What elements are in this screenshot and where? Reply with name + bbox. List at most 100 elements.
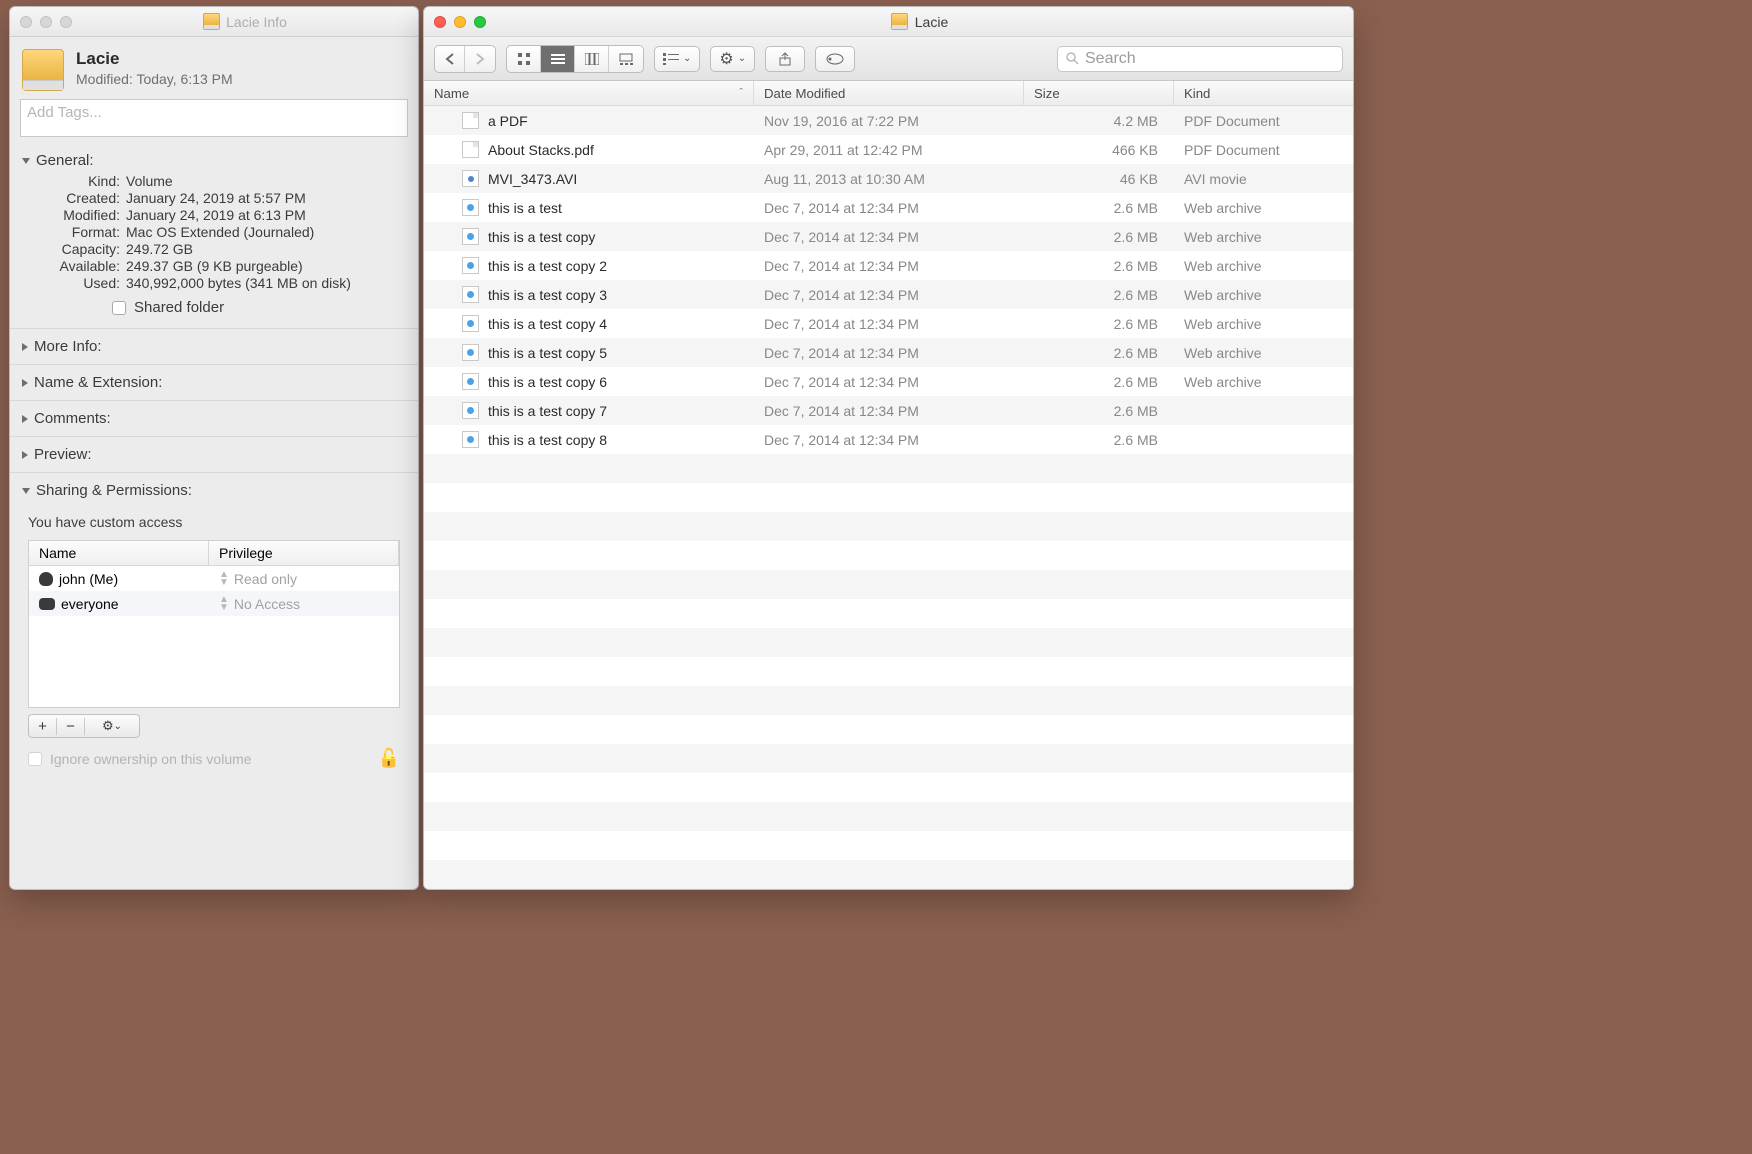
perm-privilege[interactable]: No Access: [234, 596, 300, 612]
search-field[interactable]: Search: [1057, 46, 1343, 72]
lock-icon[interactable]: 🔓: [378, 748, 400, 769]
file-row[interactable]: this is a test copy 3 Dec 7, 2014 at 12:…: [424, 280, 1353, 309]
gallery-view-button[interactable]: [609, 46, 643, 72]
section-name-ext-header[interactable]: Name & Extension:: [22, 371, 406, 394]
file-row[interactable]: this is a test Dec 7, 2014 at 12:34 PM 2…: [424, 193, 1353, 222]
perm-header-priv[interactable]: Privilege: [209, 541, 399, 565]
disclosure-triangle-icon: [22, 451, 28, 459]
close-dot[interactable]: [20, 16, 32, 28]
file-name: this is a test copy 8: [488, 432, 607, 448]
section-general-label: General:: [36, 152, 94, 169]
chevron-down-icon: ⌄: [738, 53, 746, 64]
file-date: Dec 7, 2014 at 12:34 PM: [754, 229, 1024, 245]
divider: [10, 364, 418, 365]
add-user-button[interactable]: +: [29, 718, 57, 735]
stepper-icon[interactable]: ▲▼: [219, 596, 229, 612]
modified-value: January 24, 2019 at 6:13 PM: [126, 207, 406, 223]
finder-titlebar[interactable]: Lacie: [424, 7, 1353, 37]
perm-privilege[interactable]: Read only: [234, 571, 297, 587]
file-row[interactable]: this is a test copy 8 Dec 7, 2014 at 12:…: [424, 425, 1353, 454]
section-sharing-header[interactable]: Sharing & Permissions:: [22, 479, 406, 502]
shared-folder-checkbox[interactable]: [112, 301, 126, 315]
web-file-icon: [462, 344, 479, 361]
list-view-button[interactable]: [541, 46, 575, 72]
empty-row: [424, 454, 1353, 483]
empty-row: [424, 686, 1353, 715]
file-kind: Web archive: [1174, 229, 1353, 245]
col-header-name[interactable]: Nameˆ: [424, 81, 754, 105]
ignore-ownership-row: Ignore ownership on this volume 🔓: [10, 738, 418, 779]
info-modified-line: Modified: Today, 6:13 PM: [76, 71, 233, 87]
file-row[interactable]: this is a test copy 6 Dec 7, 2014 at 12:…: [424, 367, 1353, 396]
section-general-header[interactable]: General:: [22, 149, 406, 172]
view-segment: [506, 45, 644, 73]
file-row[interactable]: this is a test copy 2 Dec 7, 2014 at 12:…: [424, 251, 1353, 280]
web-file-icon: [462, 373, 479, 390]
column-view-button[interactable]: [575, 46, 609, 72]
section-sharing: Sharing & Permissions:: [10, 475, 418, 506]
zoom-dot[interactable]: [474, 16, 486, 28]
file-row[interactable]: this is a test copy 5 Dec 7, 2014 at 12:…: [424, 338, 1353, 367]
file-name: About Stacks.pdf: [488, 142, 594, 158]
perm-header-name[interactable]: Name: [29, 541, 209, 565]
file-date: Dec 7, 2014 at 12:34 PM: [754, 403, 1024, 419]
stepper-icon[interactable]: ▲▼: [219, 571, 229, 587]
web-file-icon: [462, 228, 479, 245]
forward-button[interactable]: [465, 46, 495, 72]
file-row[interactable]: this is a test copy 7 Dec 7, 2014 at 12:…: [424, 396, 1353, 425]
file-date: Dec 7, 2014 at 12:34 PM: [754, 258, 1024, 274]
section-more-info-header[interactable]: More Info:: [22, 335, 406, 358]
available-value: 249.37 GB (9 KB purgeable): [126, 258, 406, 274]
file-kind: PDF Document: [1174, 113, 1353, 129]
minimize-dot[interactable]: [40, 16, 52, 28]
minimize-dot[interactable]: [454, 16, 466, 28]
file-date: Dec 7, 2014 at 12:34 PM: [754, 316, 1024, 332]
perm-row[interactable]: john (Me) ▲▼Read only: [29, 566, 399, 591]
web-file-icon: [462, 199, 479, 216]
used-value: 340,992,000 bytes (341 MB on disk): [126, 275, 406, 291]
ignore-ownership-checkbox[interactable]: [28, 752, 42, 766]
remove-user-button[interactable]: −: [57, 718, 85, 735]
group-by-button[interactable]: ⌄: [654, 46, 700, 72]
section-comments-header[interactable]: Comments:: [22, 407, 406, 430]
drive-icon: [891, 13, 908, 30]
shared-folder-row[interactable]: Shared folder: [112, 299, 406, 316]
permissions-toolbar: + − ⚙⌄: [28, 714, 140, 738]
file-size: 2.6 MB: [1024, 229, 1174, 245]
section-preview-header[interactable]: Preview:: [22, 443, 406, 466]
file-size: 2.6 MB: [1024, 258, 1174, 274]
file-kind: Web archive: [1174, 316, 1353, 332]
action-menu-button[interactable]: ⚙ ⌄: [710, 46, 755, 72]
file-row[interactable]: this is a test copy 4 Dec 7, 2014 at 12:…: [424, 309, 1353, 338]
zoom-dot[interactable]: [60, 16, 72, 28]
tags-input[interactable]: Add Tags...: [20, 99, 408, 137]
file-row[interactable]: MVI_3473.AVI Aug 11, 2013 at 10:30 AM 46…: [424, 164, 1353, 193]
back-button[interactable]: [435, 46, 465, 72]
share-button[interactable]: [765, 46, 805, 72]
file-size: 2.6 MB: [1024, 287, 1174, 303]
edit-tags-button[interactable]: [815, 46, 855, 72]
file-name: this is a test copy 5: [488, 345, 607, 361]
col-header-kind[interactable]: Kind: [1174, 81, 1353, 105]
perm-action-menu[interactable]: ⚙⌄: [85, 718, 139, 734]
file-row[interactable]: About Stacks.pdf Apr 29, 2011 at 12:42 P…: [424, 135, 1353, 164]
close-dot[interactable]: [434, 16, 446, 28]
disclosure-triangle-icon: [22, 158, 30, 164]
file-row[interactable]: a PDF Nov 19, 2016 at 7:22 PM 4.2 MB PDF…: [424, 106, 1353, 135]
perm-row[interactable]: everyone ▲▼No Access: [29, 591, 399, 616]
info-titlebar[interactable]: Lacie Info: [10, 7, 418, 37]
section-preview-label: Preview:: [34, 446, 92, 463]
chevron-down-icon: ⌄: [114, 721, 122, 732]
file-date: Dec 7, 2014 at 12:34 PM: [754, 432, 1024, 448]
col-header-size[interactable]: Size: [1024, 81, 1174, 105]
drive-icon: [203, 13, 220, 30]
info-header: Lacie Modified: Today, 6:13 PM: [10, 37, 418, 99]
file-size: 2.6 MB: [1024, 316, 1174, 332]
file-date: Dec 7, 2014 at 12:34 PM: [754, 345, 1024, 361]
finder-traffic-lights: [434, 16, 486, 28]
icon-view-button[interactable]: [507, 46, 541, 72]
col-header-date[interactable]: Date Modified: [754, 81, 1024, 105]
file-size: 4.2 MB: [1024, 113, 1174, 129]
file-row[interactable]: this is a test copy Dec 7, 2014 at 12:34…: [424, 222, 1353, 251]
file-list[interactable]: a PDF Nov 19, 2016 at 7:22 PM 4.2 MB PDF…: [424, 106, 1353, 889]
